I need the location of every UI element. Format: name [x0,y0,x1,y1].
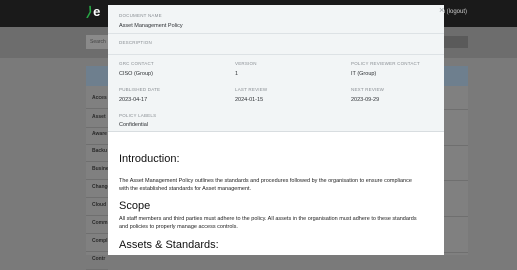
assets-heading: Assets & Standards: [119,239,219,251]
close-icon[interactable]: × [439,6,444,15]
next-review-value: 2023-09-29 [351,97,380,103]
version-value: 1 [235,71,239,77]
scope-heading: Scope [119,200,151,212]
policy-metadata-panel: × DOCUMENT NAME Asset Management Policy … [108,5,444,132]
policy-modal: × DOCUMENT NAME Asset Management Policy … [108,5,444,255]
grc-contact-label: GRC CONTACT [119,61,154,66]
scope-text: All staff members and third parties must… [119,216,417,230]
logo-icon: ⟩ [86,4,92,19]
last-review-value: 2024-01-15 [235,97,264,103]
search-input[interactable]: Search [86,35,108,49]
document-name-label: DOCUMENT NAME [119,13,162,18]
divider [108,33,444,34]
table-row-action[interactable] [444,88,468,110]
published-date-value: 2023-04-17 [119,97,148,103]
document-name: Asset Management Policy [119,23,183,29]
grc-contact-value: CISO (Group) [119,71,153,77]
table-row-action[interactable] [444,231,468,253]
intro-text: The Asset Management Policy outlines the… [119,178,412,192]
table-row-action[interactable] [444,124,468,146]
published-date-label: PUBLISHED DATE [119,87,161,92]
reviewer-label: POLICY REVIEWER CONTACT [351,61,420,66]
intro-heading: Introduction: [119,153,180,165]
version-label: VERSION [235,61,257,66]
search-button[interactable] [444,36,468,48]
app-logo[interactable]: ⟩ e [86,4,100,20]
last-review-label: LAST REVIEW [235,87,268,92]
next-review-label: NEXT REVIEW [351,87,385,92]
reviewer-value: IT (Group) [351,71,377,77]
policy-labels-value: Confidential [119,122,149,128]
table-row[interactable]: Acces [86,88,108,109]
table-row[interactable]: Contr [86,249,108,270]
table-row-action[interactable] [444,195,468,217]
description-label: DESCRIPTION [119,40,152,45]
divider [108,54,444,55]
logout-link[interactable]: n (logout) [442,9,467,15]
table-row-action[interactable] [444,159,468,181]
logo-text: e [93,4,101,19]
policy-labels-label: POLICY LABELS [119,113,157,118]
